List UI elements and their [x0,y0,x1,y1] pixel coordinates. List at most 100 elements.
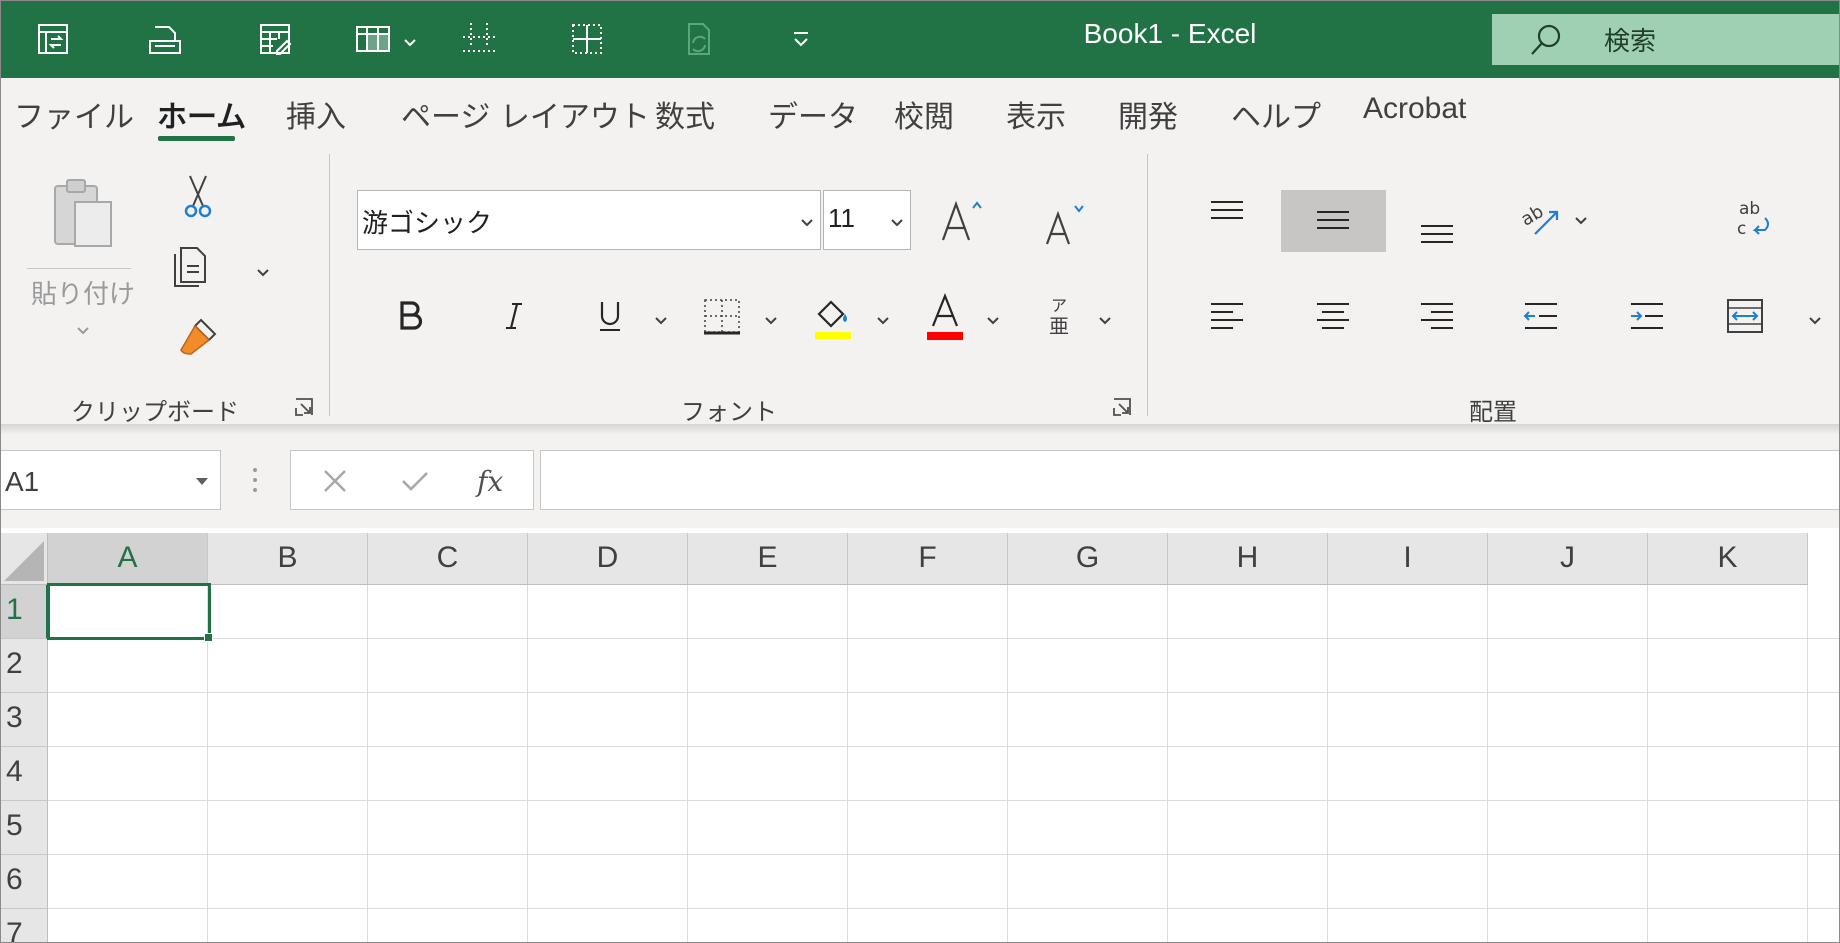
decrease-indent-button[interactable] [1521,296,1561,336]
font-name-chevron-icon[interactable] [799,214,815,227]
print-preview-icon[interactable] [140,14,190,64]
bottom-align-button[interactable] [1417,208,1457,248]
inside-borders-icon[interactable] [562,14,612,64]
confirm-entry-icon[interactable] [397,463,433,499]
column-header-d[interactable]: D [528,533,688,585]
align-center-button[interactable] [1313,296,1353,336]
refresh-document-icon[interactable] [674,14,724,64]
borders-dropdown-chevron-icon[interactable] [763,312,779,325]
tab-help[interactable]: ヘルプ [1231,92,1321,136]
tab-home[interactable]: ホーム [157,92,246,136]
orientation-dropdown-chevron-icon[interactable] [1573,212,1589,225]
form-icon[interactable] [28,14,78,64]
bold-button[interactable] [393,296,427,336]
row-gridline [48,908,1840,909]
freeze-panes-icon[interactable] [348,14,398,64]
tab-view[interactable]: 表示 [1006,92,1066,136]
merge-center-button[interactable] [1725,294,1765,338]
column-header-j[interactable]: J [1488,533,1648,585]
tab-insert[interactable]: 挿入 [286,92,346,136]
align-left-icon [1211,303,1243,329]
wrap-text-button[interactable]: ab c [1729,196,1775,242]
format-painter-button[interactable] [177,316,219,358]
column-header-f[interactable]: F [848,533,1008,585]
column-header-i[interactable]: I [1328,533,1488,585]
align-left-button[interactable] [1207,296,1247,336]
clipboard-icon [54,179,112,247]
tab-data[interactable]: データ [768,92,858,136]
font-size-chevron-icon[interactable] [889,214,905,227]
formula-bar-resize-handle[interactable] [248,464,262,496]
tab-page-layout[interactable]: ページ レイアウト [401,92,650,136]
font-size-value: 11 [828,203,855,233]
align-right-button[interactable] [1417,296,1457,336]
name-box-value: A1 [5,466,40,497]
phonetic-dropdown-chevron-icon[interactable] [1097,312,1113,325]
tab-acrobat[interactable]: Acrobat [1363,92,1466,126]
column-header-a[interactable]: A [48,533,208,585]
active-cell-a1[interactable] [47,583,211,640]
tab-developer[interactable]: 開発 [1118,92,1178,136]
column-header-g[interactable]: G [1008,533,1168,585]
chevron-down-icon[interactable] [402,34,418,47]
copy-dropdown-chevron-icon[interactable] [255,264,271,277]
column-header-b[interactable]: B [208,533,368,585]
font-color-dropdown-chevron-icon[interactable] [985,312,1001,325]
row-header-6[interactable]: 6 [0,855,48,909]
name-box[interactable]: A1 [0,450,221,510]
decrease-font-size-button[interactable] [1041,196,1093,254]
customize-qat-icon[interactable] [776,14,826,64]
table-edit-icon[interactable] [250,14,300,64]
tab-review[interactable]: 校閲 [894,92,954,136]
row-header-3[interactable]: 3 [0,693,48,747]
row-header-7[interactable]: 7 [0,909,48,943]
insert-function-icon[interactable]: fx [473,461,513,501]
row-header-5[interactable]: 5 [0,801,48,855]
bottom-align-icon [1421,225,1453,243]
font-dialog-launcher-icon[interactable] [1111,396,1133,418]
borders-button[interactable] [701,294,743,338]
column-header-k[interactable]: K [1648,533,1808,585]
paste-button[interactable] [45,174,125,254]
fill-color-dropdown-chevron-icon[interactable] [875,312,891,325]
row-header-1[interactable]: 1 [0,585,48,639]
increase-indent-button[interactable] [1627,296,1667,336]
italic-button[interactable] [497,296,531,336]
spreadsheet-grid[interactable]: ABCDEFGHIJK 1234567 [0,533,1840,943]
formula-input[interactable] [540,450,1840,510]
clipboard-dialog-launcher-icon[interactable] [293,396,315,418]
fill-color-button[interactable] [811,292,855,342]
column-header-h[interactable]: H [1168,533,1328,585]
underline-dropdown-chevron-icon[interactable] [653,312,669,325]
name-box-dropdown-icon[interactable] [194,472,210,485]
fill-handle[interactable] [204,633,213,642]
paste-dropdown-chevron-icon[interactable] [75,322,91,335]
cut-button[interactable] [177,172,219,220]
search-box[interactable]: 検索 [1492,14,1840,65]
borders-icon [704,299,740,335]
search-icon [1531,24,1561,55]
gridlines-icon[interactable] [454,14,504,64]
row-gridline [48,800,1840,801]
cancel-entry-icon[interactable] [317,463,353,499]
column-header-e[interactable]: E [688,533,848,585]
merge-dropdown-chevron-icon[interactable] [1807,312,1823,325]
top-align-button[interactable] [1207,194,1247,234]
tab-formulas[interactable]: 数式 [655,92,715,136]
group-separator [1147,154,1148,416]
middle-align-button[interactable] [1313,200,1353,240]
orientation-button[interactable]: ab [1519,196,1567,240]
row-header-2[interactable]: 2 [0,639,48,693]
align-right-icon [1421,303,1453,329]
phonetic-guide-button[interactable]: ア 亜 [1041,292,1077,342]
select-all-corner[interactable] [0,533,48,585]
copy-button[interactable] [171,244,217,290]
tab-file[interactable]: ファイル [14,92,134,136]
increase-font-size-button[interactable] [937,192,989,250]
column-header-c[interactable]: C [368,533,528,585]
font-name-select[interactable]: 游ゴシック [357,190,821,250]
underline-button[interactable] [593,294,627,338]
row-header-4[interactable]: 4 [0,747,48,801]
active-tab-indicator [158,136,235,141]
font-color-button[interactable] [923,290,967,342]
